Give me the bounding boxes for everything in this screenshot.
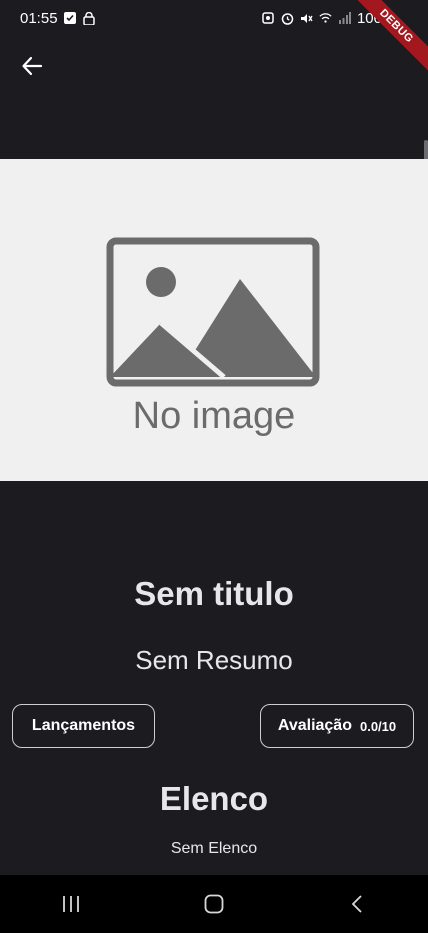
cast-empty-text: Sem Elenco — [170, 840, 258, 857]
check-box-icon — [64, 12, 77, 25]
alarm-icon — [281, 12, 294, 25]
release-button[interactable]: Lançamentos — [12, 704, 155, 748]
home-button[interactable] — [184, 875, 244, 933]
back-icon — [351, 895, 362, 913]
status-left: 01:55 — [20, 10, 96, 27]
no-image-label: No image — [132, 395, 296, 437]
status-bar: 01:55 100 — [0, 0, 428, 36]
app-bar — [0, 44, 428, 92]
home-icon — [204, 894, 224, 914]
photo-icon — [262, 12, 275, 25]
cast-heading: Elenco — [159, 780, 269, 817]
status-right: 100 — [262, 10, 408, 27]
back-button[interactable] — [10, 44, 54, 88]
nav-back-button[interactable] — [327, 875, 387, 933]
recent-apps-button[interactable] — [41, 875, 101, 933]
arrow-back-icon — [22, 56, 43, 76]
rating-button[interactable]: Avaliação 0.0/10 — [260, 704, 414, 748]
signal-icon — [338, 12, 351, 25]
movie-title: Sem titulo — [134, 575, 294, 612]
rating-value: 0.0/10 — [359, 718, 397, 734]
recent-apps-icon — [63, 896, 80, 912]
rating-label: Avaliação — [277, 717, 352, 734]
movie-summary: Sem Resumo — [135, 645, 293, 675]
status-time: 01:55 — [20, 9, 58, 27]
wifi-icon — [319, 12, 332, 25]
system-nav-bar — [0, 875, 428, 933]
release-label: Lançamentos — [31, 717, 136, 734]
image-placeholder-icon — [106, 237, 320, 387]
battery-level: 100 — [356, 9, 382, 27]
lock-icon — [83, 11, 96, 25]
mute-icon — [300, 12, 313, 25]
